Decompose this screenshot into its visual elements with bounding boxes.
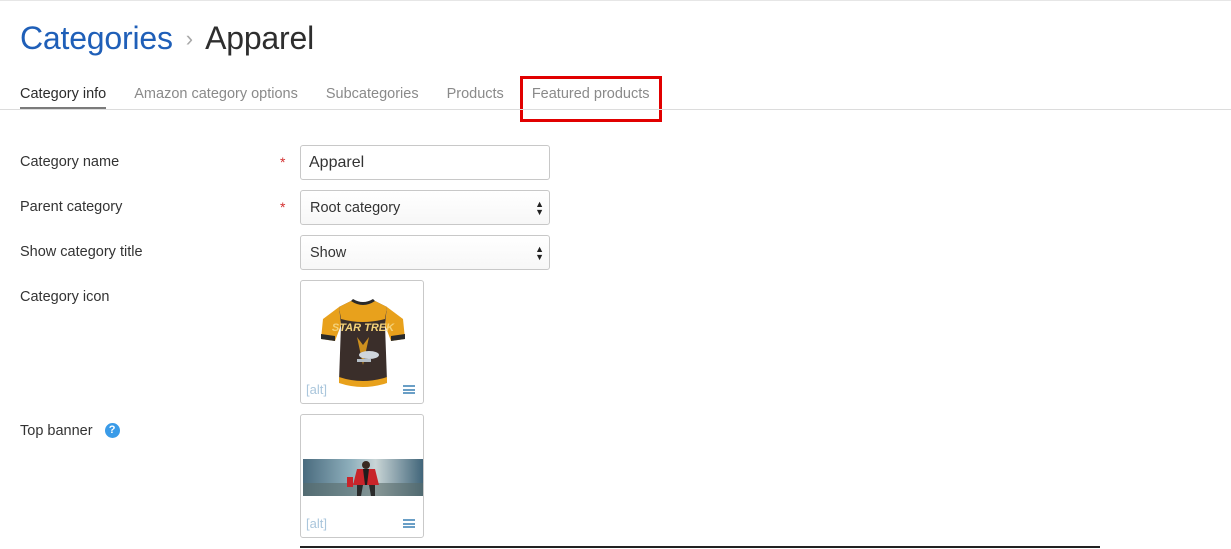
breadcrumb-categories-link[interactable]: Categories (20, 20, 173, 57)
category-icon-menu-icon[interactable] (403, 385, 415, 394)
parent-category-select[interactable]: Root category ▲ ▼ (300, 190, 550, 225)
tab-bar: Category info Amazon category options Su… (20, 76, 678, 122)
category-name-input[interactable] (300, 145, 550, 180)
show-category-title-select[interactable]: Show ▲ ▼ (300, 235, 550, 270)
top-banner-menu-icon[interactable] (403, 519, 415, 528)
parent-category-value: Root category (310, 200, 401, 216)
page-title: Apparel (205, 20, 314, 56)
show-category-title-value: Show (310, 245, 347, 261)
tab-featured-products[interactable]: Featured products (519, 76, 662, 122)
select-arrows-icon: ▲ ▼ (535, 244, 544, 262)
breadcrumb: Categories › Apparel (20, 20, 314, 64)
svg-text:STAR TREK: STAR TREK (332, 322, 395, 334)
top-banner-label-text: Top banner (20, 423, 93, 439)
top-banner-alt-text: [alt] (306, 516, 327, 531)
tabs-divider (0, 109, 1231, 110)
tab-products[interactable]: Products (447, 86, 504, 110)
category-name-required-mark: * (280, 154, 286, 170)
category-icon-alt-text: [alt] (306, 382, 327, 397)
category-icon-label: Category icon (20, 289, 110, 305)
tab-subcategories[interactable]: Subcategories (326, 86, 419, 110)
category-name-label: Category name (20, 154, 120, 170)
category-icon-image-box[interactable]: STAR TREK [alt] (300, 280, 424, 404)
select-arrows-icon: ▲ ▼ (535, 199, 544, 217)
bottom-divider (300, 546, 1100, 548)
breadcrumb-chevron-icon: › (185, 26, 194, 51)
top-divider (0, 0, 1231, 1)
banner-image (303, 459, 423, 496)
tab-category-info[interactable]: Category info (20, 86, 107, 110)
parent-category-required-mark: * (280, 199, 286, 215)
top-banner-label: Top banner? (20, 423, 120, 440)
help-icon[interactable]: ? (104, 423, 120, 438)
top-banner-image-box[interactable]: [alt] (300, 414, 424, 538)
show-category-title-label: Show category title (20, 244, 143, 260)
parent-category-label: Parent category (20, 199, 123, 215)
tab-amazon-category-options[interactable]: Amazon category options (134, 86, 298, 110)
